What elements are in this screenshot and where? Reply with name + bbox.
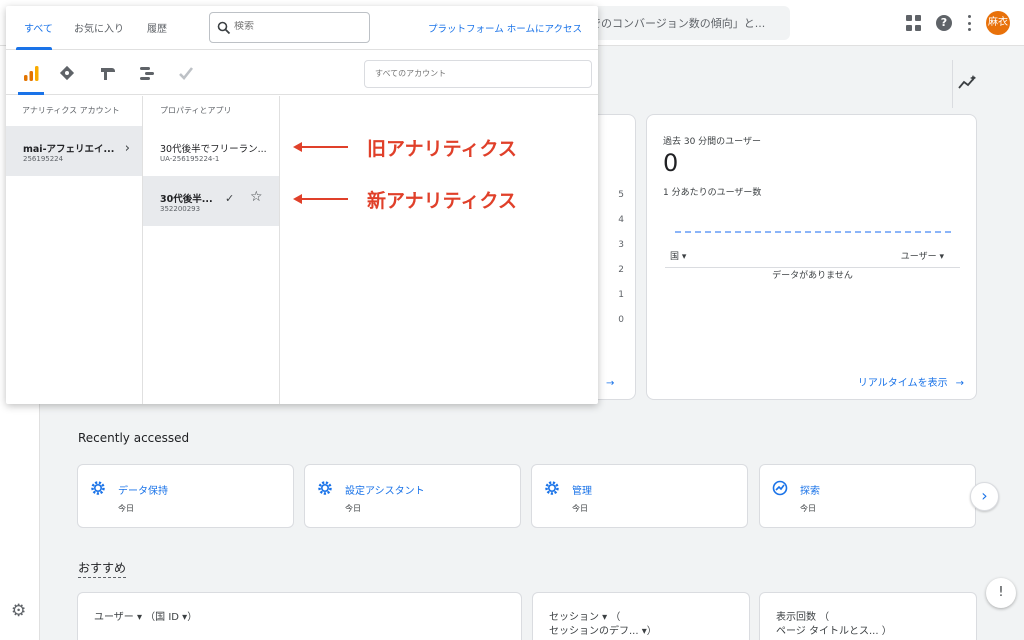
recent-item-data-retention[interactable]: データ保持 今日 <box>77 464 294 528</box>
analytics-icon[interactable] <box>21 63 41 83</box>
users-column-selector[interactable]: ユーザー ▾ <box>901 249 944 262</box>
data-studio-icon[interactable] <box>137 63 157 83</box>
recommended-card-title: ユーザー ▾ （国 ID ▾） <box>94 612 198 623</box>
annotation-new-analytics: 新アナリティクス <box>367 190 517 212</box>
global-search-text: でのコンバージョン数の傾向」と... <box>590 17 766 30</box>
recently-accessed-title: Recently accessed <box>78 431 190 445</box>
surveys-icon[interactable] <box>176 63 196 83</box>
recent-item-date: 今日 <box>572 504 588 513</box>
insights-icon[interactable] <box>958 74 978 94</box>
recent-item-date: 今日 <box>800 504 816 513</box>
active-product-indicator <box>18 92 44 95</box>
y-tick: 1 <box>618 290 624 300</box>
recent-item-date: 今日 <box>118 504 134 513</box>
search-icon <box>217 21 231 35</box>
picker-search[interactable] <box>209 12 370 43</box>
help-icon[interactable]: ? <box>936 15 952 31</box>
more-vert-icon[interactable] <box>966 15 972 31</box>
y-tick: 3 <box>618 240 624 250</box>
recent-item-setup-assistant[interactable]: 設定アシスタント 今日 <box>304 464 521 528</box>
properties-column-header: プロパティとアプリ <box>160 106 232 115</box>
realtime-sparkline <box>675 231 951 233</box>
recent-item-label: データ保持 <box>118 486 168 497</box>
feedback-icon[interactable]: ! <box>986 578 1016 608</box>
optimize-icon[interactable] <box>98 63 118 83</box>
recent-item-label: 探索 <box>800 486 820 497</box>
property-id: UA-256195224-1 <box>160 155 220 163</box>
account-id: 256195224 <box>23 155 64 163</box>
annotation-arrow-icon <box>293 142 348 152</box>
property-name: 30代後半でフリーラン... <box>160 144 267 155</box>
realtime-title: 過去 30 分間のユーザー <box>663 137 761 147</box>
recommended-card-sessions[interactable]: セッション ▾ （セッションのデフ... ▾） <box>532 592 750 640</box>
tag-manager-icon[interactable] <box>57 63 77 83</box>
account-name: mai-アフェリエイ... <box>23 144 115 155</box>
tab-favorites[interactable]: お気に入り <box>74 20 124 35</box>
divider <box>952 60 953 108</box>
y-tick: 2 <box>618 265 624 275</box>
tab-all[interactable]: すべて <box>24 20 53 35</box>
gear-icon <box>318 481 332 495</box>
top-actions: ? 麻衣 <box>906 11 1010 35</box>
recommended-title: おすすめ <box>78 559 127 578</box>
account-search-input[interactable] <box>375 69 575 78</box>
search-input[interactable] <box>234 21 364 32</box>
gear-icon <box>545 481 559 495</box>
annotation-arrow-icon <box>293 194 348 204</box>
annotation-old-analytics: 旧アナリティクス <box>367 138 517 160</box>
platform-home-link[interactable]: プラットフォーム ホームにアクセス <box>428 21 582 35</box>
gear-icon <box>91 481 105 495</box>
y-tick: 0 <box>618 315 624 325</box>
recent-item-label: 設定アシスタント <box>345 486 425 497</box>
chevron-right-icon: › <box>124 141 130 156</box>
realtime-value: 0 <box>663 149 679 177</box>
country-column-selector[interactable]: 国 ▾ <box>670 249 686 262</box>
active-tab-indicator <box>16 47 52 50</box>
divider <box>279 96 280 404</box>
account-search[interactable] <box>364 60 592 88</box>
y-tick: 5 <box>618 190 624 200</box>
arrow-right-icon: → <box>606 378 615 389</box>
property-row-ua[interactable]: 30代後半でフリーラン... UA-256195224-1 <box>143 126 279 176</box>
no-data-text: データがありません <box>772 271 853 281</box>
star-icon[interactable]: ☆ <box>250 189 263 205</box>
property-id: 352200293 <box>160 205 201 213</box>
realtime-subtitle: 1 分あたりのユーザー数 <box>663 188 762 198</box>
arrow-right-icon: → <box>955 378 964 389</box>
apps-icon[interactable] <box>906 15 922 31</box>
view-realtime-link[interactable]: リアルタイムを表示 → <box>858 374 964 389</box>
avatar[interactable]: 麻衣 <box>986 11 1010 35</box>
tab-history[interactable]: 履歴 <box>147 20 167 35</box>
check-icon: ✓ <box>225 192 235 205</box>
recent-item-label: 管理 <box>572 486 592 497</box>
chevron-right-icon[interactable]: › <box>970 482 999 511</box>
accounts-column-header: アナリティクス アカウント <box>22 106 120 115</box>
property-name: 30代後半... <box>160 194 213 205</box>
recommended-card-views[interactable]: 表示回数 （ページ タイトルとス... ） <box>759 592 977 640</box>
recent-item-explore[interactable]: 探索 今日 <box>759 464 976 528</box>
explore-icon <box>772 480 788 496</box>
picker-tabs: すべて お気に入り 履歴 プラットフォーム ホームにアクセス <box>6 6 598 50</box>
product-switcher <box>6 51 598 95</box>
recommended-card-title: セッション ▾ （セッションのデフ... ▾） <box>549 612 657 637</box>
account-row[interactable]: mai-アフェリエイ... 256195224 › <box>6 126 142 176</box>
realtime-card: 過去 30 分間のユーザー 0 1 分あたりのユーザー数 国 ▾ ユーザー ▾ … <box>646 114 977 400</box>
recent-item-date: 今日 <box>345 504 361 513</box>
recommended-card-title: 表示回数 （ページ タイトルとス... ） <box>776 612 892 637</box>
property-row-ga4[interactable]: 30代後半... 352200293 ✓ ☆ <box>143 176 279 226</box>
admin-gear-icon[interactable]: ⚙ <box>11 601 26 621</box>
recommended-card-users[interactable]: ユーザー ▾ （国 ID ▾） <box>77 592 522 640</box>
recent-item-admin[interactable]: 管理 今日 <box>531 464 748 528</box>
y-tick: 4 <box>618 215 624 225</box>
